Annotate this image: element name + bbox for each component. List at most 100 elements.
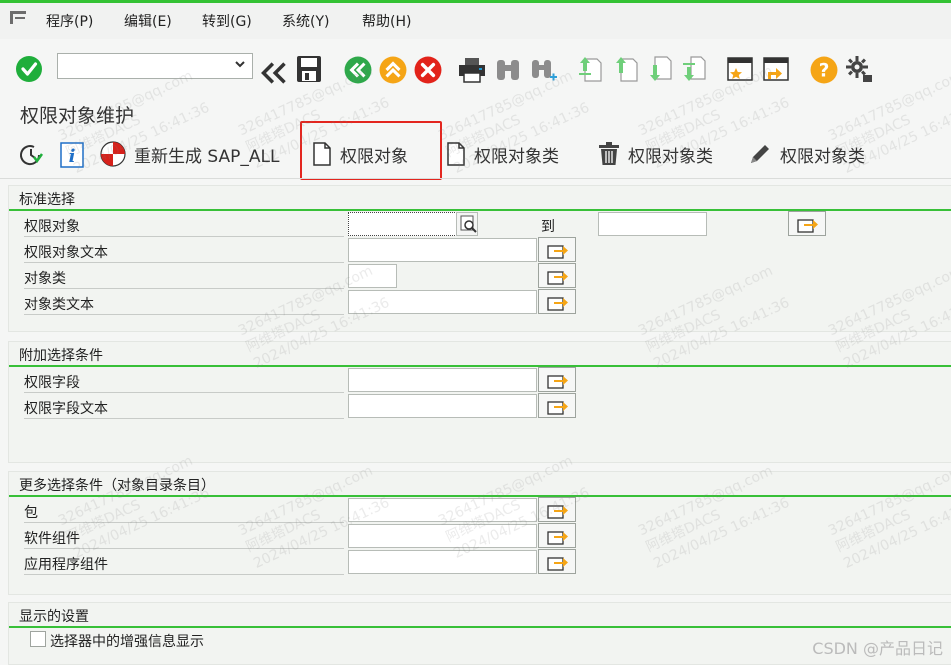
row-divider xyxy=(24,548,344,549)
multiple-selection-icon xyxy=(547,375,568,389)
multiple-selection-button[interactable] xyxy=(538,549,576,574)
object-class-text-input[interactable] xyxy=(348,290,537,314)
group-underline xyxy=(9,626,951,628)
package-input[interactable] xyxy=(348,498,537,522)
system-toolbar: ? xyxy=(0,39,951,91)
csdn-watermark: CSDN @产品日记 xyxy=(812,639,943,658)
delete-object-class-label: 权限对象类 xyxy=(628,146,713,167)
multiple-selection-icon xyxy=(547,401,568,415)
multiple-selection-button[interactable] xyxy=(538,393,576,418)
row-divider xyxy=(24,262,344,263)
label-auth-field: 权限字段 xyxy=(24,375,80,391)
search-icon xyxy=(460,215,477,233)
to-label: 到 xyxy=(541,219,555,235)
multiple-selection-button[interactable] xyxy=(788,211,826,236)
regenerate-icon xyxy=(100,141,126,167)
print-icon[interactable] xyxy=(458,56,486,84)
first-page-icon[interactable] xyxy=(576,55,604,83)
regenerate-sap-all-label: 重新生成 SAP_ALL xyxy=(134,146,280,167)
menu-program[interactable]: 程序(P) xyxy=(46,11,93,31)
auth-object-from-input[interactable] xyxy=(348,212,457,236)
label-auth-object: 权限对象 xyxy=(24,219,80,235)
highlight-box xyxy=(300,121,442,180)
multiple-selection-button[interactable] xyxy=(538,367,576,392)
regenerate-sap-all-button[interactable]: 重新生成 SAP_ALL xyxy=(100,140,279,168)
auth-object-to-input[interactable] xyxy=(598,212,707,236)
row-divider xyxy=(24,522,344,523)
toolbar-separator xyxy=(0,178,951,179)
chevron-down-icon[interactable] xyxy=(234,58,246,70)
pencil-icon xyxy=(751,145,769,163)
customize-layout-icon[interactable] xyxy=(845,55,873,83)
menu-help[interactable]: 帮助(H) xyxy=(362,11,411,31)
group-title-more: 更多选择条件（对象目录条目） xyxy=(19,478,215,494)
row-divider xyxy=(24,288,344,289)
enter-check-icon[interactable] xyxy=(16,56,44,84)
exit-icon[interactable] xyxy=(379,56,407,84)
back-icon[interactable] xyxy=(344,56,372,84)
menu-system[interactable]: 系统(Y) xyxy=(282,11,329,31)
row-divider xyxy=(24,392,344,393)
multiple-selection-button[interactable] xyxy=(538,289,576,314)
history-clock-icon[interactable] xyxy=(18,142,44,168)
auth-object-text-input[interactable] xyxy=(348,238,537,262)
label-object-class-text: 对象类文本 xyxy=(24,297,94,313)
software-component-input[interactable] xyxy=(348,524,537,548)
shortcut-icon[interactable] xyxy=(762,55,790,83)
edit-object-class-button[interactable]: 权限对象类 xyxy=(748,140,865,168)
help-icon[interactable]: ? xyxy=(810,56,838,84)
row-divider xyxy=(24,236,344,237)
auth-field-text-input[interactable] xyxy=(348,394,537,418)
row-divider xyxy=(24,314,344,315)
delete-object-class-button[interactable]: 权限对象类 xyxy=(598,140,713,168)
group-title-standard: 标准选择 xyxy=(19,192,75,208)
multiple-selection-button[interactable] xyxy=(538,523,576,548)
last-page-icon[interactable] xyxy=(680,55,708,83)
svg-text:?: ? xyxy=(819,60,830,81)
label-package: 包 xyxy=(24,505,38,521)
expand-command-field-icon[interactable] xyxy=(260,59,288,87)
menu-edit[interactable]: 编辑(E) xyxy=(124,11,172,31)
multiple-selection-icon xyxy=(797,219,818,233)
find-next-icon[interactable] xyxy=(530,56,558,84)
label-software-component: 软件组件 xyxy=(24,531,80,547)
multiple-selection-icon xyxy=(547,505,568,519)
enhanced-info-checkbox-label: 选择器中的增强信息显示 xyxy=(50,634,204,650)
menu-goto[interactable]: 转到(G) xyxy=(202,11,252,31)
auth-field-input[interactable] xyxy=(348,368,537,392)
next-page-icon[interactable] xyxy=(646,55,674,83)
svg-text:i: i xyxy=(69,146,76,167)
group-underline xyxy=(9,365,951,367)
app-menu-icon[interactable] xyxy=(10,11,28,25)
multiple-selection-icon xyxy=(547,271,568,285)
value-help-button[interactable] xyxy=(456,212,478,236)
group-title-display: 显示的设置 xyxy=(19,609,89,625)
edit-object-class-label: 权限对象类 xyxy=(780,146,865,167)
multiple-selection-button[interactable] xyxy=(538,263,576,288)
application-toolbar: i 重新生成 SAP_ALL 权限对象 权限对象类 权限对象类 权限对象类 xyxy=(0,130,951,176)
create-object-class-label: 权限对象类 xyxy=(474,146,559,167)
command-field[interactable] xyxy=(57,53,253,79)
application-component-input[interactable] xyxy=(348,550,537,574)
find-icon[interactable] xyxy=(494,56,522,84)
row-divider xyxy=(24,574,344,575)
create-session-icon[interactable] xyxy=(726,55,754,83)
multiple-selection-icon xyxy=(547,531,568,545)
group-underline xyxy=(9,495,951,497)
label-application-component: 应用程序组件 xyxy=(24,557,108,573)
cancel-icon[interactable] xyxy=(414,56,442,84)
create-object-class-button[interactable]: 权限对象类 xyxy=(446,140,559,168)
row-divider xyxy=(24,418,344,419)
multiple-selection-button[interactable] xyxy=(538,497,576,522)
trash-icon xyxy=(599,142,619,165)
multiple-selection-icon xyxy=(547,557,568,571)
enhanced-info-checkbox[interactable] xyxy=(30,631,46,647)
multiple-selection-icon xyxy=(547,245,568,259)
multiple-selection-button[interactable] xyxy=(538,237,576,262)
save-icon[interactable] xyxy=(295,55,323,83)
page-title: 权限对象维护 xyxy=(20,105,135,127)
label-auth-field-text: 权限字段文本 xyxy=(24,401,108,417)
info-icon[interactable]: i xyxy=(60,142,84,168)
previous-page-icon[interactable] xyxy=(612,55,640,83)
object-class-input[interactable] xyxy=(348,264,397,288)
